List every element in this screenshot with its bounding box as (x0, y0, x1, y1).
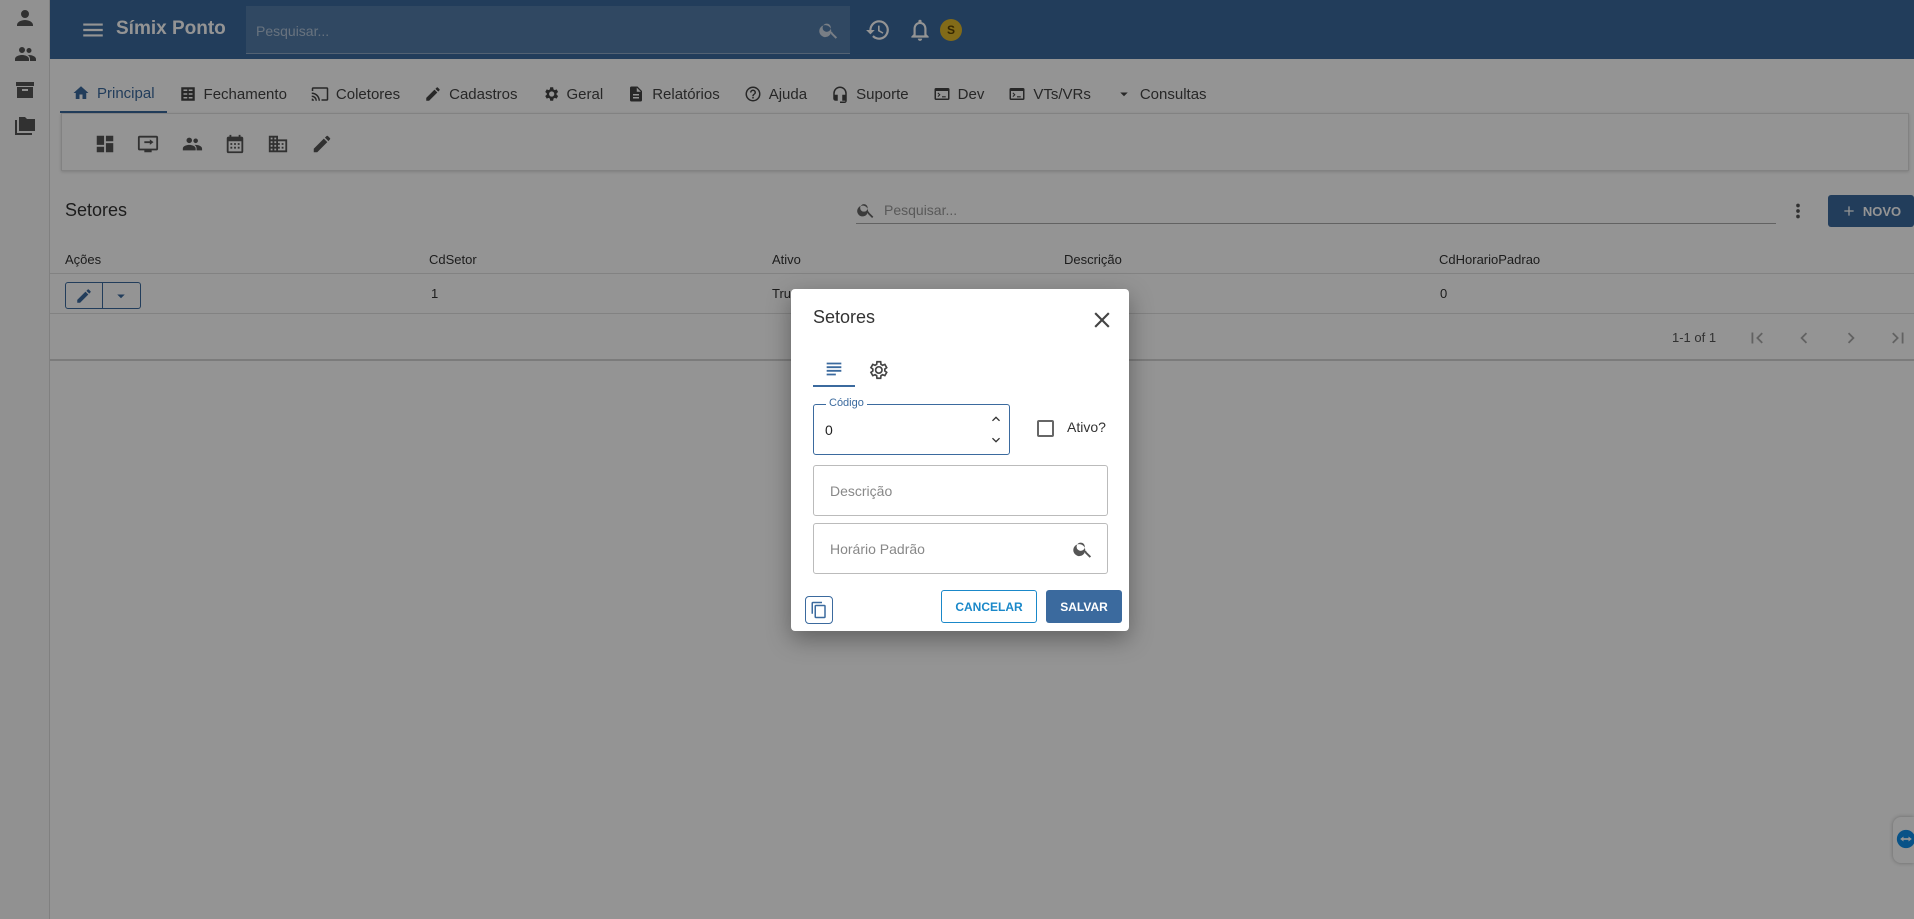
chevron-down-icon[interactable] (988, 432, 1004, 448)
dialog-title: Setores (813, 307, 876, 327)
setores-dialog: Setores Código Ativo? CANCELAR SALVAR (791, 289, 1129, 631)
descricao-input[interactable] (830, 481, 1070, 501)
gear-icon (869, 360, 888, 380)
text-lines-icon (826, 362, 842, 376)
codigo-field[interactable]: Código (813, 397, 1010, 455)
codigo-label: Código (826, 397, 867, 409)
close-icon[interactable] (1089, 307, 1115, 333)
horario-padrao-field[interactable] (813, 523, 1108, 574)
codigo-input[interactable] (825, 420, 975, 440)
horario-padrao-input[interactable] (830, 539, 1070, 559)
copy-icon (811, 601, 826, 619)
ativo-label: Ativo? (1067, 419, 1106, 435)
copy-button[interactable] (805, 596, 833, 624)
ativo-checkbox[interactable] (1037, 420, 1054, 437)
tab-settings[interactable] (857, 353, 899, 387)
save-button[interactable]: SALVAR (1046, 590, 1122, 623)
search-icon[interactable] (1072, 538, 1094, 560)
tab-general-data[interactable] (813, 353, 855, 387)
chevron-up-icon[interactable] (988, 411, 1004, 427)
cancel-button[interactable]: CANCELAR (941, 590, 1037, 623)
descricao-field[interactable] (813, 465, 1108, 516)
